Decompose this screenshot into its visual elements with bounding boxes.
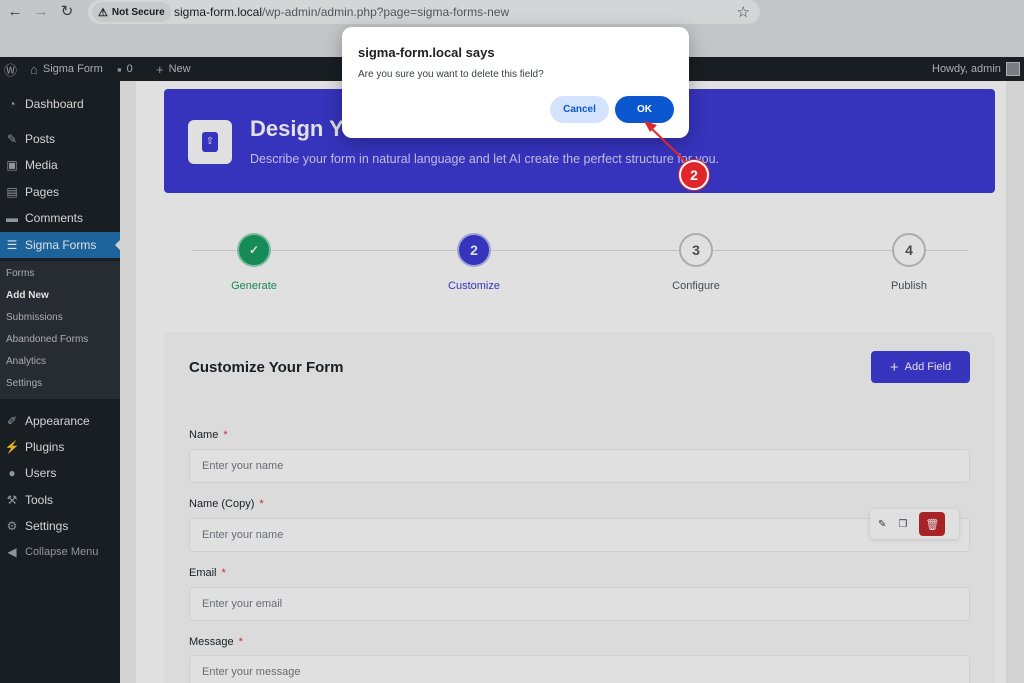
dialog-title: sigma-form.local says [358,45,495,60]
confirm-dialog: sigma-form.local says Are you sure you w… [342,27,689,138]
dialog-message: Are you sure you want to delete this fie… [358,69,544,80]
step-annotation-badge: 2 [679,160,709,190]
cancel-button[interactable]: Cancel [550,96,609,123]
ok-button[interactable]: OK [615,96,674,123]
